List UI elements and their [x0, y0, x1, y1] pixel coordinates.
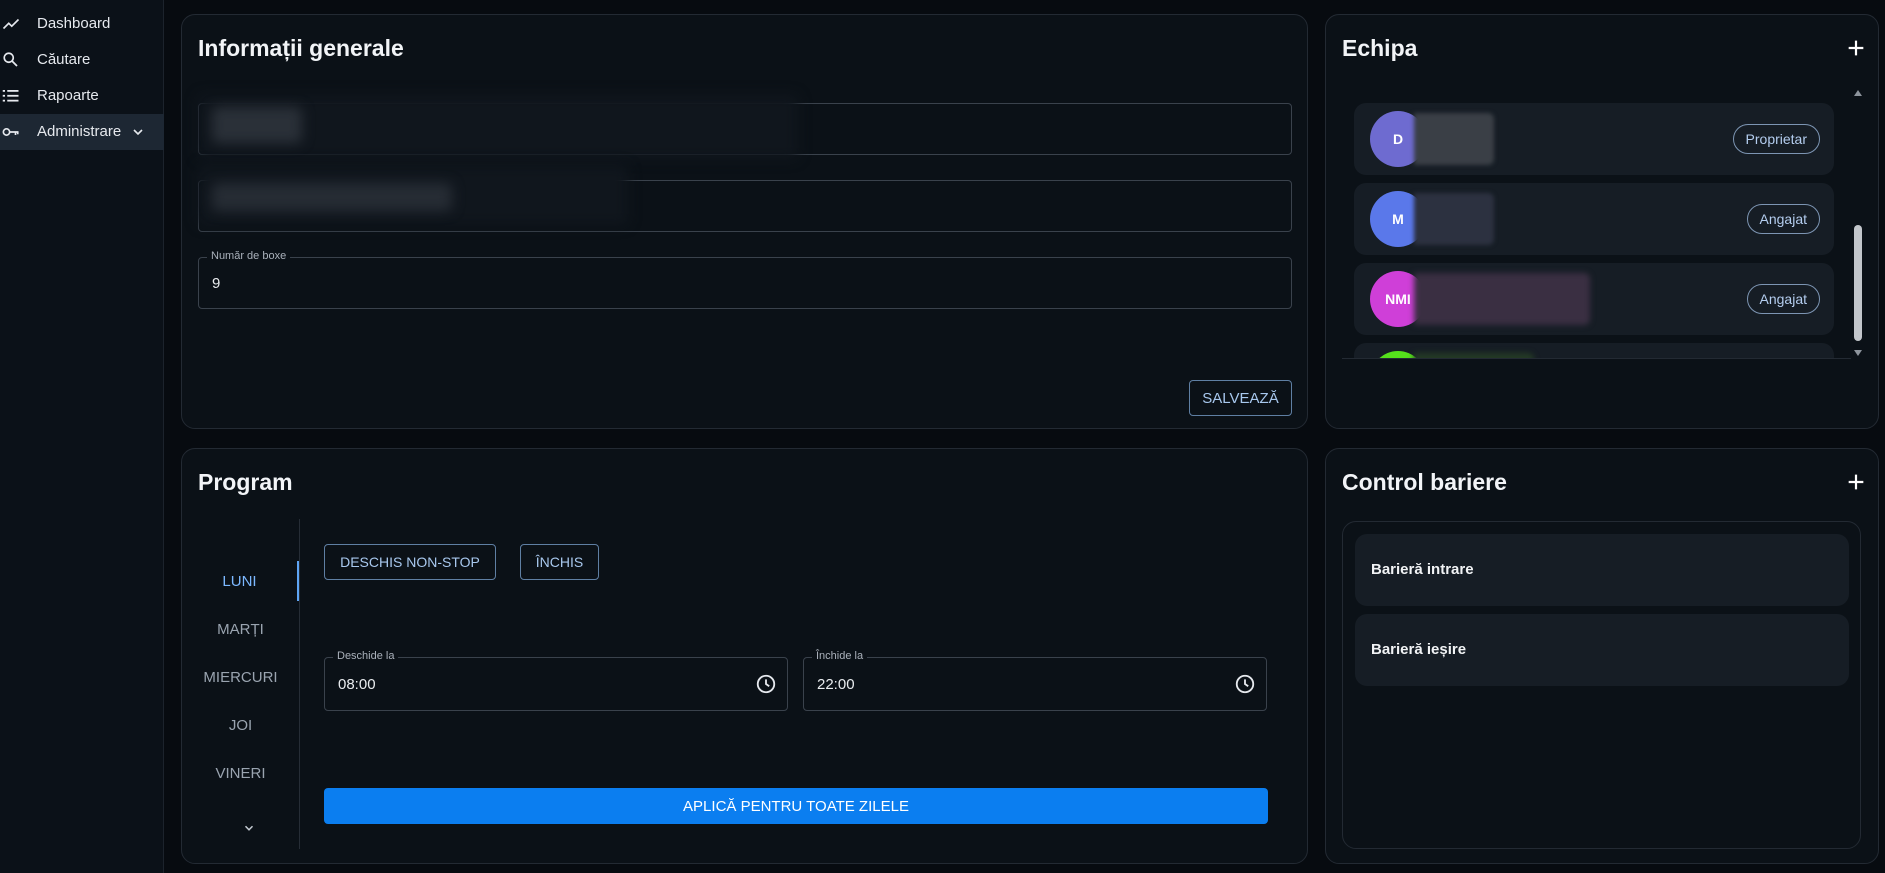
close-time-value: 22:00 [817, 676, 855, 693]
tabs-divider [299, 519, 300, 849]
boxes-count-value: 9 [212, 275, 221, 292]
program-title: Program [198, 469, 293, 495]
role-badge[interactable]: Angajat [1746, 284, 1820, 314]
barrier-item[interactable]: Barieră intrare [1355, 534, 1849, 606]
team-card: Echipa D Proprietar M Angajat NMI Angaja… [1325, 14, 1879, 429]
barrier-label: Barieră intrare [1371, 561, 1474, 578]
tabs-scroll-down-icon[interactable] [242, 821, 256, 835]
trending-up-icon [2, 18, 20, 30]
boxes-count-label: Număr de boxe [207, 250, 291, 262]
team-scrollbar[interactable] [1851, 87, 1865, 359]
closed-button[interactable]: ÎNCHIS [520, 544, 599, 580]
search-icon [3, 52, 18, 67]
sidebar-item-rapoarte[interactable]: Rapoarte [0, 78, 164, 114]
team-member[interactable]: D Proprietar [1354, 103, 1834, 175]
open-nonstop-button[interactable]: DESCHIS NON-STOP [324, 544, 496, 580]
barrier-label: Barieră ieșire [1371, 641, 1467, 658]
add-barrier-icon[interactable] [1845, 471, 1867, 493]
list-icon [2, 90, 19, 102]
redacted-name [1414, 113, 1494, 165]
redacted-name [1414, 353, 1534, 358]
apply-all-days-button[interactable]: APLICĂ PENTRU TOATE ZILELE [324, 788, 1268, 824]
sidebar-item-cautare[interactable]: Căutare [0, 42, 164, 78]
redacted-name [1414, 273, 1590, 325]
barrier-list: Barieră intrare Barieră ieșire [1342, 521, 1861, 849]
redacted-value-2 [212, 183, 452, 211]
general-info-title: Informații generale [198, 35, 404, 61]
close-time-label: Închide la [812, 650, 868, 662]
general-info-card: Informații generale Număr de boxe 9 SALV… [181, 14, 1308, 429]
role-badge[interactable]: Angajat [1746, 204, 1820, 234]
open-time-label: Deschide la [333, 650, 399, 662]
tab-luni[interactable]: LUNI [182, 561, 299, 601]
redacted-name [1414, 193, 1494, 245]
sidebar-item-label: Dashboard [37, 15, 111, 32]
sidebar-item-label: Rapoarte [37, 87, 99, 104]
redacted-value-1 [212, 107, 302, 143]
clock-icon[interactable] [755, 673, 777, 695]
sidebar: Dashboard Căutare Rapoarte Administrare [0, 0, 164, 873]
tab-vineri[interactable]: VINERI [182, 753, 299, 793]
sidebar-item-label: Căutare [37, 51, 91, 68]
key-icon [2, 128, 19, 136]
sidebar-item-dashboard[interactable]: Dashboard [0, 6, 164, 42]
tab-marti[interactable]: MARȚI [182, 609, 299, 649]
team-member[interactable]: MO Angajat [1354, 343, 1834, 358]
open-time-value: 08:00 [338, 676, 376, 693]
barrier-item[interactable]: Barieră ieșire [1355, 614, 1849, 686]
team-member[interactable]: NMI Angajat [1354, 263, 1834, 335]
barrier-control-title: Control bariere [1342, 469, 1507, 495]
scroll-down-icon[interactable] [1853, 349, 1863, 357]
clock-icon[interactable] [1234, 673, 1256, 695]
close-time-field[interactable]: Închide la 22:00 [803, 650, 1267, 711]
scroll-thumb[interactable] [1854, 225, 1862, 341]
tab-miercuri[interactable]: MIERCURI [182, 657, 299, 697]
team-list[interactable]: D Proprietar M Angajat NMI Angajat MO An… [1342, 87, 1851, 359]
team-member[interactable]: M Angajat [1354, 183, 1834, 255]
save-button[interactable]: SALVEAZĂ [1189, 380, 1292, 416]
open-time-field[interactable]: Deschide la 08:00 [324, 650, 788, 711]
team-title: Echipa [1342, 35, 1418, 61]
chevron-down-icon[interactable] [130, 124, 146, 140]
sidebar-item-label: Administrare [37, 123, 122, 140]
sidebar-item-administrare[interactable]: Administrare [0, 114, 164, 150]
barrier-control-card: Control bariere Barieră intrare Barieră … [1325, 448, 1879, 864]
role-badge[interactable]: Proprietar [1732, 124, 1820, 154]
add-member-icon[interactable] [1845, 37, 1867, 59]
tab-joi[interactable]: JOI [182, 705, 299, 745]
scroll-up-icon[interactable] [1853, 89, 1863, 97]
boxes-count-field[interactable]: Număr de boxe 9 [198, 250, 1292, 309]
